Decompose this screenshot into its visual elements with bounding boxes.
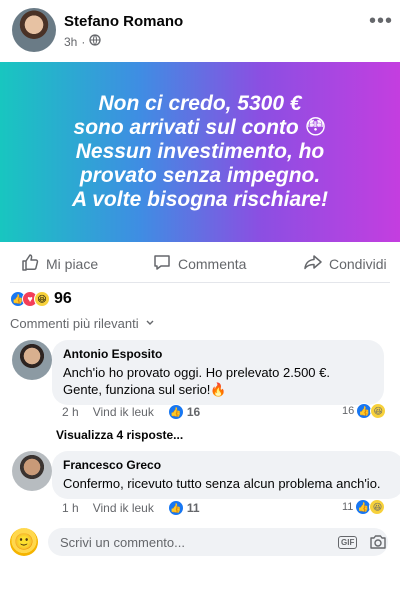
comment-like-link[interactable]: Vind ik leuk — [93, 501, 154, 515]
haha-icon: 😆 — [369, 499, 386, 515]
filter-label: Commenti più rilevanti — [10, 316, 139, 331]
comment-like-link[interactable]: Vind ik leuk — [93, 405, 154, 419]
like-button[interactable]: Mi piace — [20, 252, 98, 275]
reactions-count: 96 — [54, 290, 72, 307]
author-avatar[interactable] — [12, 8, 56, 52]
like-number: 11 — [186, 501, 200, 515]
like-number: 16 — [186, 405, 201, 419]
meta-separator: · — [81, 34, 86, 49]
share-label: Condividi — [329, 255, 387, 272]
camera-icon[interactable] — [369, 534, 387, 550]
divider — [10, 282, 390, 283]
post-banner: Non ci credo, 5300 € sono arrivati sul c… — [0, 62, 400, 242]
globe-icon — [89, 34, 102, 49]
comment-icon — [152, 252, 172, 275]
view-replies-link[interactable]: Visualizza 4 risposte... — [56, 428, 183, 442]
comment-composer[interactable]: GIF — [48, 528, 388, 556]
reaction-number: 16 — [342, 405, 355, 417]
banner-text: Non ci credo, 5300 € sono arrivati sul c… — [20, 92, 380, 212]
like-label: Mi piace — [46, 255, 99, 272]
comment-button[interactable]: Commenta — [152, 252, 246, 275]
comment-time[interactable]: 1 h — [62, 501, 79, 515]
post-meta: 3h · — [64, 34, 102, 49]
comment-text-line: Gente, funziona sul serio!🔥 — [63, 382, 227, 397]
current-user-avatar: 🙂 — [10, 528, 38, 556]
chevron-down-icon — [145, 316, 155, 331]
comment-time[interactable]: 2 h — [62, 405, 79, 419]
post-time[interactable]: 3h — [64, 35, 77, 49]
comment-meta: 2 h Vind ik leuk 👍 16 — [62, 404, 200, 420]
comment-meta: 1 h Vind ik leuk 👍 11 — [62, 500, 200, 516]
share-button[interactable]: Condividi — [303, 252, 387, 275]
comment-input[interactable] — [58, 533, 312, 551]
comment-author[interactable]: Francesco Greco — [63, 458, 393, 472]
comment-reactions[interactable]: 16 👍 😆 — [342, 403, 387, 419]
like-icon: 👍 — [167, 500, 184, 516]
comment-text-line: Confermo, ricevuto tutto senza alcun pro… — [63, 476, 381, 491]
comment-bubble: Francesco Greco Confermo, ricevuto tutto… — [52, 451, 400, 499]
gif-icon[interactable]: GIF — [338, 535, 358, 549]
haha-icon: 😆 — [34, 291, 50, 307]
reactions-summary[interactable]: 👍 ♥ 😆 96 — [10, 290, 72, 308]
comment-text-line: Anch'io ho provato oggi. Ho prelevato 2.… — [63, 365, 330, 380]
like-icon: 👍 — [167, 404, 184, 420]
banner-line: A volte bisogna rischiare! — [72, 188, 328, 211]
banner-line: Non ci credo, 5300 € — [98, 92, 302, 115]
share-icon — [303, 252, 323, 275]
banner-line: provato senza impegno. — [79, 164, 321, 187]
commenter-avatar[interactable] — [12, 451, 52, 491]
haha-icon: 😆 — [370, 403, 387, 419]
comment-filter-dropdown[interactable]: Commenti più rilevanti — [10, 316, 155, 331]
comment-author[interactable]: Antonio Esposito — [63, 347, 373, 361]
banner-line: Nessun investimento, ho — [75, 140, 325, 163]
reaction-number: 11 — [342, 501, 354, 513]
comment-like-count[interactable]: 👍 16 — [167, 404, 201, 420]
banner-line: sono arrivati sul conto 😳 — [73, 116, 327, 139]
commenter-avatar[interactable] — [12, 340, 52, 380]
more-options-icon[interactable]: ••• — [369, 10, 393, 33]
comment-bubble: Antonio Esposito Anch'io ho provato oggi… — [52, 340, 384, 405]
thumbs-up-icon — [20, 252, 40, 275]
author-name[interactable]: Stefano Romano — [64, 13, 183, 30]
comment-like-count[interactable]: 👍 11 — [167, 500, 200, 516]
comment-label: Commenta — [178, 255, 247, 272]
comment-reactions[interactable]: 11 👍 😆 — [342, 499, 386, 515]
